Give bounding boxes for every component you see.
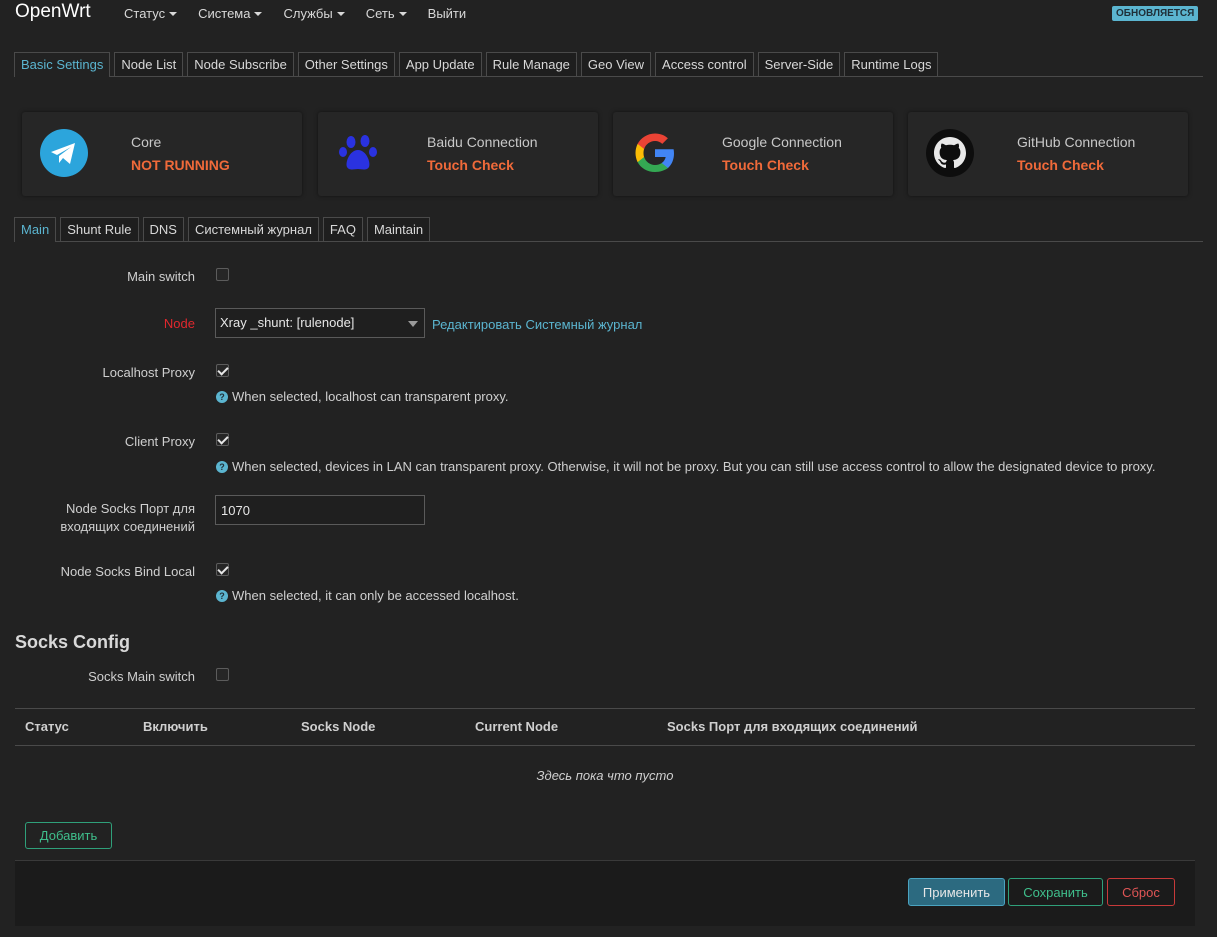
tab-server-side[interactable]: Server-Side [757, 52, 841, 76]
system-log-link[interactable]: Системный журнал [525, 317, 642, 332]
brand-logo[interactable]: OpenWrt [15, 1, 91, 23]
core-card: Core NOT RUNNING [22, 112, 302, 196]
card-title: Google Connection [722, 134, 842, 150]
touch-check-link[interactable]: Touch Check [427, 157, 514, 173]
table-header: Статус Включить Socks Node Current Node … [15, 708, 1195, 746]
menu-logout[interactable]: Выйти [428, 6, 467, 21]
touch-check-link[interactable]: Touch Check [722, 157, 809, 173]
socks-bind-local-checkbox[interactable] [216, 563, 229, 576]
table-empty-message: Здесь пока что пусто [536, 768, 674, 783]
column-enable: Включить [143, 719, 208, 734]
column-socks-node: Socks Node [301, 719, 376, 734]
status-cards: Core NOT RUNNING Baidu Connection Touch … [22, 112, 1188, 196]
add-button[interactable]: Добавить [25, 822, 112, 849]
column-current-node: Current Node [475, 719, 559, 734]
menu-status[interactable]: Статус [124, 6, 178, 21]
tab-node-subscribe[interactable]: Node Subscribe [187, 52, 294, 76]
baidu-card: Baidu Connection Touch Check [318, 112, 598, 196]
menu-network-label: Сеть [365, 6, 395, 21]
tab-app-update[interactable]: App Update [398, 52, 482, 76]
tab-geo-view[interactable]: Geo View [580, 52, 652, 76]
main-menu: Статус Система Службы Сеть Выйти [124, 6, 487, 21]
tab-node-list[interactable]: Node List [114, 52, 184, 76]
google-card: Google Connection Touch Check [613, 112, 893, 196]
tab-maintain[interactable]: Maintain [366, 217, 431, 241]
socks-table: Статус Включить Socks Node Current Node … [15, 708, 1195, 783]
tab-faq[interactable]: FAQ [322, 217, 363, 241]
chevron-down-icon [336, 11, 345, 16]
edit-node-link[interactable]: Редактировать [432, 317, 522, 332]
node-select[interactable]: Xray _shunt: [rulenode] [215, 308, 425, 338]
main-switch-checkbox[interactable] [216, 268, 229, 281]
tab-dns[interactable]: DNS [142, 217, 184, 241]
chevron-down-icon [169, 11, 178, 16]
tab-rule-manage[interactable]: Rule Manage [485, 52, 577, 76]
localhost-proxy-checkbox[interactable] [216, 364, 229, 377]
tab-basic-settings[interactable]: Basic Settings [14, 52, 111, 77]
help-icon: ? [216, 590, 228, 602]
client-proxy-label: Client Proxy [124, 434, 195, 449]
card-title: GitHub Connection [1017, 134, 1136, 150]
socks-main-switch-checkbox[interactable] [216, 668, 229, 681]
column-status: Статус [25, 719, 69, 734]
help-icon: ? [216, 461, 228, 473]
hint-text: When selected, localhost can transparent… [232, 389, 509, 404]
localhost-proxy-hint: ? When selected, localhost can transparen… [216, 389, 509, 404]
node-links: Редактировать Системный журнал [432, 317, 642, 332]
menu-services[interactable]: Службы [283, 6, 345, 21]
tab-other-settings[interactable]: Other Settings [297, 52, 395, 76]
main-switch-label: Main switch [127, 269, 195, 284]
top-navbar: OpenWrt Статус Система Службы Сеть Выйти… [0, 0, 1217, 26]
help-icon: ? [216, 391, 228, 403]
chevron-down-icon [398, 11, 407, 16]
primary-tabs: Basic Settings Node List Node Subscribe … [14, 52, 1203, 77]
client-proxy-checkbox[interactable] [216, 433, 229, 446]
tab-shunt-rule[interactable]: Shunt Rule [60, 217, 139, 241]
tab-system-log[interactable]: Системный журнал [187, 217, 319, 241]
hint-text: When selected, it can only be accessed l… [232, 588, 519, 603]
chevron-down-icon [254, 11, 263, 16]
socks-port-label-line1: Node Socks Порт для [66, 501, 195, 516]
baidu-paw-icon [339, 135, 377, 170]
card-status: NOT RUNNING [131, 157, 230, 173]
menu-system-label: Система [198, 6, 251, 21]
node-label: Node [163, 316, 195, 331]
apply-button[interactable]: Применить [908, 878, 1005, 906]
socks-port-label-line2: входящих соединений [60, 519, 195, 534]
column-socks-port: Socks Порт для входящих соединений [667, 719, 918, 734]
socks-config-title: Socks Config [15, 632, 131, 652]
touch-check-link[interactable]: Touch Check [1017, 157, 1104, 173]
tab-main[interactable]: Main [14, 217, 57, 242]
socks-bind-local-hint: ? When selected, it can only be accessed … [216, 588, 519, 603]
menu-status-label: Статус [124, 6, 166, 21]
chevron-down-icon [408, 321, 418, 327]
client-proxy-hint: ? When selected, devices in LAN can trans… [216, 459, 1155, 474]
menu-services-label: Службы [283, 6, 333, 21]
socks-port-label: Node Socks Порт для входящих соединений [60, 500, 195, 536]
telegram-icon [40, 129, 88, 177]
card-title: Core [131, 134, 162, 150]
socks-bind-local-label: Node Socks Bind Local [60, 564, 195, 579]
update-badge[interactable]: ОБНОВЛЯЕТСЯ [1112, 6, 1199, 21]
node-select-value: Xray _shunt: [rulenode] [220, 315, 355, 330]
tab-access-control[interactable]: Access control [655, 52, 754, 76]
github-icon [926, 129, 974, 177]
github-card: GitHub Connection Touch Check [908, 112, 1188, 196]
socks-main-switch-label: Socks Main switch [88, 669, 195, 684]
localhost-proxy-label: Localhost Proxy [102, 365, 196, 380]
secondary-tabs: Main Shunt Rule DNS Системный журнал FAQ… [14, 217, 1203, 242]
card-title: Baidu Connection [427, 134, 538, 150]
reset-button[interactable]: Сброс [1107, 878, 1175, 906]
socks-port-input[interactable] [215, 495, 425, 525]
save-button[interactable]: Сохранить [1008, 878, 1103, 906]
tab-runtime-logs[interactable]: Runtime Logs [844, 52, 939, 76]
google-icon [635, 133, 674, 172]
menu-system[interactable]: Система [198, 6, 263, 21]
menu-network[interactable]: Сеть [366, 6, 407, 21]
hint-text: When selected, devices in LAN can transp… [232, 459, 1156, 474]
